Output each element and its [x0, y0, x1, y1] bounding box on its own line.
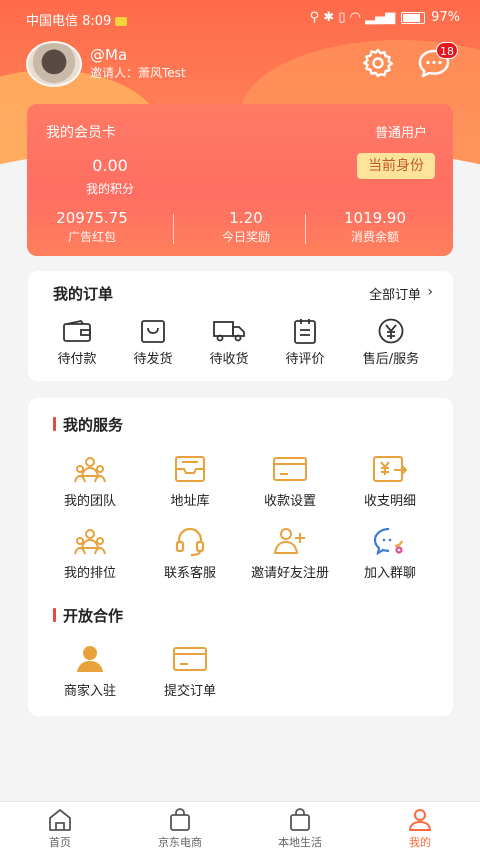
carrier-time: 中国电信 8:09	[26, 14, 112, 29]
battery-icon	[401, 11, 426, 24]
stat-label: 广告红包	[67, 230, 116, 244]
headset-icon	[140, 524, 240, 558]
stat-balance[interactable]: 1019.90 消费余额	[310, 208, 440, 246]
home-icon	[15, 808, 105, 832]
yen-icon	[353, 317, 429, 345]
service-join-group[interactable]: 加入群聊	[340, 524, 440, 581]
bottom-tab-bar: 首页 京东电商 本地生活 我的	[0, 801, 480, 854]
orders-card: 我的订单 全部订单 › 待付款 待发货 待收货 待评价 售后/服务	[28, 271, 453, 381]
inviter: 邀请人：萧风Test	[90, 66, 186, 80]
coop-submit-order[interactable]: 提交订单	[140, 642, 240, 699]
service-payment-settings[interactable]: 收款设置	[240, 452, 340, 509]
stat-label: 消费余额	[350, 230, 399, 244]
coop-label: 商家入驻	[63, 684, 116, 699]
service-my-team[interactable]: 我的团队	[40, 452, 140, 509]
order-label: 待发货	[133, 352, 173, 367]
stat-divider	[173, 214, 174, 244]
service-label: 收款设置	[263, 494, 316, 509]
services-card: 我的服务 我的团队 地址库 收款设置 收支明细 我的排位 联系客服 邀请好友注册…	[28, 398, 453, 716]
add-user-icon	[240, 524, 340, 558]
service-label: 联系客服	[163, 566, 216, 581]
tab-local-life[interactable]: 本地生活	[255, 808, 345, 850]
order-label: 待评价	[285, 352, 325, 367]
inbox-icon	[140, 452, 240, 486]
order-label: 待收货	[209, 352, 249, 367]
service-customer-support[interactable]: 联系客服	[140, 524, 240, 581]
merchant-icon	[40, 642, 140, 676]
chevron-right-icon[interactable]: ›	[427, 284, 433, 300]
order-label: 售后/服务	[362, 352, 420, 367]
order-pending-shipment[interactable]: 待发货	[115, 317, 191, 367]
service-label: 我的团队	[63, 494, 116, 509]
coop-label: 提交订单	[163, 684, 216, 699]
stat-value: 1019.90	[343, 209, 407, 227]
cooperation-title: 开放合作	[53, 605, 123, 626]
tab-mine[interactable]: 我的	[375, 808, 465, 850]
team-icon	[40, 452, 140, 486]
chat-group-icon	[340, 524, 440, 558]
stat-value: 1.20	[229, 209, 263, 227]
stat-value: 20975.75	[56, 209, 128, 227]
order-label: 待付款	[57, 352, 97, 367]
member-card[interactable]: 我的会员卡 普通用户 0.00 我的积分 当前身份 20975.75 广告红包 …	[27, 104, 453, 256]
service-label: 地址库	[170, 494, 210, 509]
points-value: 0.00	[92, 156, 128, 175]
current-identity-button[interactable]: 当前身份	[357, 153, 435, 179]
tab-label: 京东电商	[158, 836, 202, 849]
tab-jd-ecommerce[interactable]: 京东电商	[135, 808, 225, 850]
service-my-ranking[interactable]: 我的排位	[40, 524, 140, 581]
shopping-bag-icon	[255, 808, 345, 832]
stat-today-reward[interactable]: 1.20 今日奖励	[181, 208, 311, 246]
service-invite-friends[interactable]: 邀请好友注册	[240, 524, 340, 581]
service-transactions[interactable]: 收支明细	[340, 452, 440, 509]
shopping-bag-icon	[135, 808, 225, 832]
service-label: 邀请好友注册	[250, 566, 329, 581]
all-orders-link[interactable]: 全部订单	[369, 284, 421, 303]
ranking-icon	[40, 524, 140, 558]
member-card-title: 我的会员卡	[46, 125, 116, 141]
orders-title: 我的订单	[53, 285, 114, 303]
tab-label: 首页	[49, 836, 71, 849]
message-indicator-icon	[115, 17, 128, 26]
user-icon	[375, 808, 465, 832]
settings-gear-icon[interactable]	[361, 46, 395, 80]
stat-divider	[305, 214, 306, 244]
points-label: 我的积分	[85, 182, 134, 196]
coop-merchant-join[interactable]: 商家入驻	[40, 642, 140, 699]
service-address-book[interactable]: 地址库	[140, 452, 240, 509]
yen-transfer-icon	[340, 452, 440, 486]
order-pending-receipt[interactable]: 待收货	[191, 317, 267, 367]
bag-icon	[115, 317, 191, 345]
order-pending-review[interactable]: 待评价	[267, 317, 343, 367]
service-label: 收支明细	[363, 494, 416, 509]
battery-level: 97%	[431, 10, 460, 25]
truck-icon	[191, 317, 267, 345]
signal-icons: ⚲ ✱ ▯ ◠ ▂▄▆	[309, 10, 396, 25]
card-icon	[140, 642, 240, 676]
order-pending-payment[interactable]: 待付款	[39, 317, 115, 367]
stat-label: 今日奖励	[221, 230, 270, 244]
service-label: 加入群聊	[363, 566, 416, 581]
card-icon	[240, 452, 340, 486]
stat-ad-redpacket[interactable]: 20975.75 广告红包	[27, 208, 157, 246]
order-after-sales[interactable]: 售后/服务	[353, 317, 429, 367]
services-title: 我的服务	[53, 414, 123, 435]
tab-home[interactable]: 首页	[15, 808, 105, 850]
clipboard-icon	[267, 317, 343, 345]
tab-label: 本地生活	[278, 836, 322, 849]
notification-badge: 18	[436, 42, 458, 59]
profile-block[interactable]: @Ma 邀请人：萧风Test	[26, 41, 186, 87]
service-label: 我的排位	[63, 566, 116, 581]
wallet-icon	[39, 317, 115, 345]
username: @Ma	[90, 46, 128, 64]
tab-label: 我的	[409, 836, 431, 849]
status-bar: 中国电信 8:09 ⚲ ✱ ▯ ◠ ▂▄▆ 97%	[0, 0, 480, 36]
avatar[interactable]	[26, 41, 82, 87]
member-level: 普通用户	[374, 126, 427, 141]
